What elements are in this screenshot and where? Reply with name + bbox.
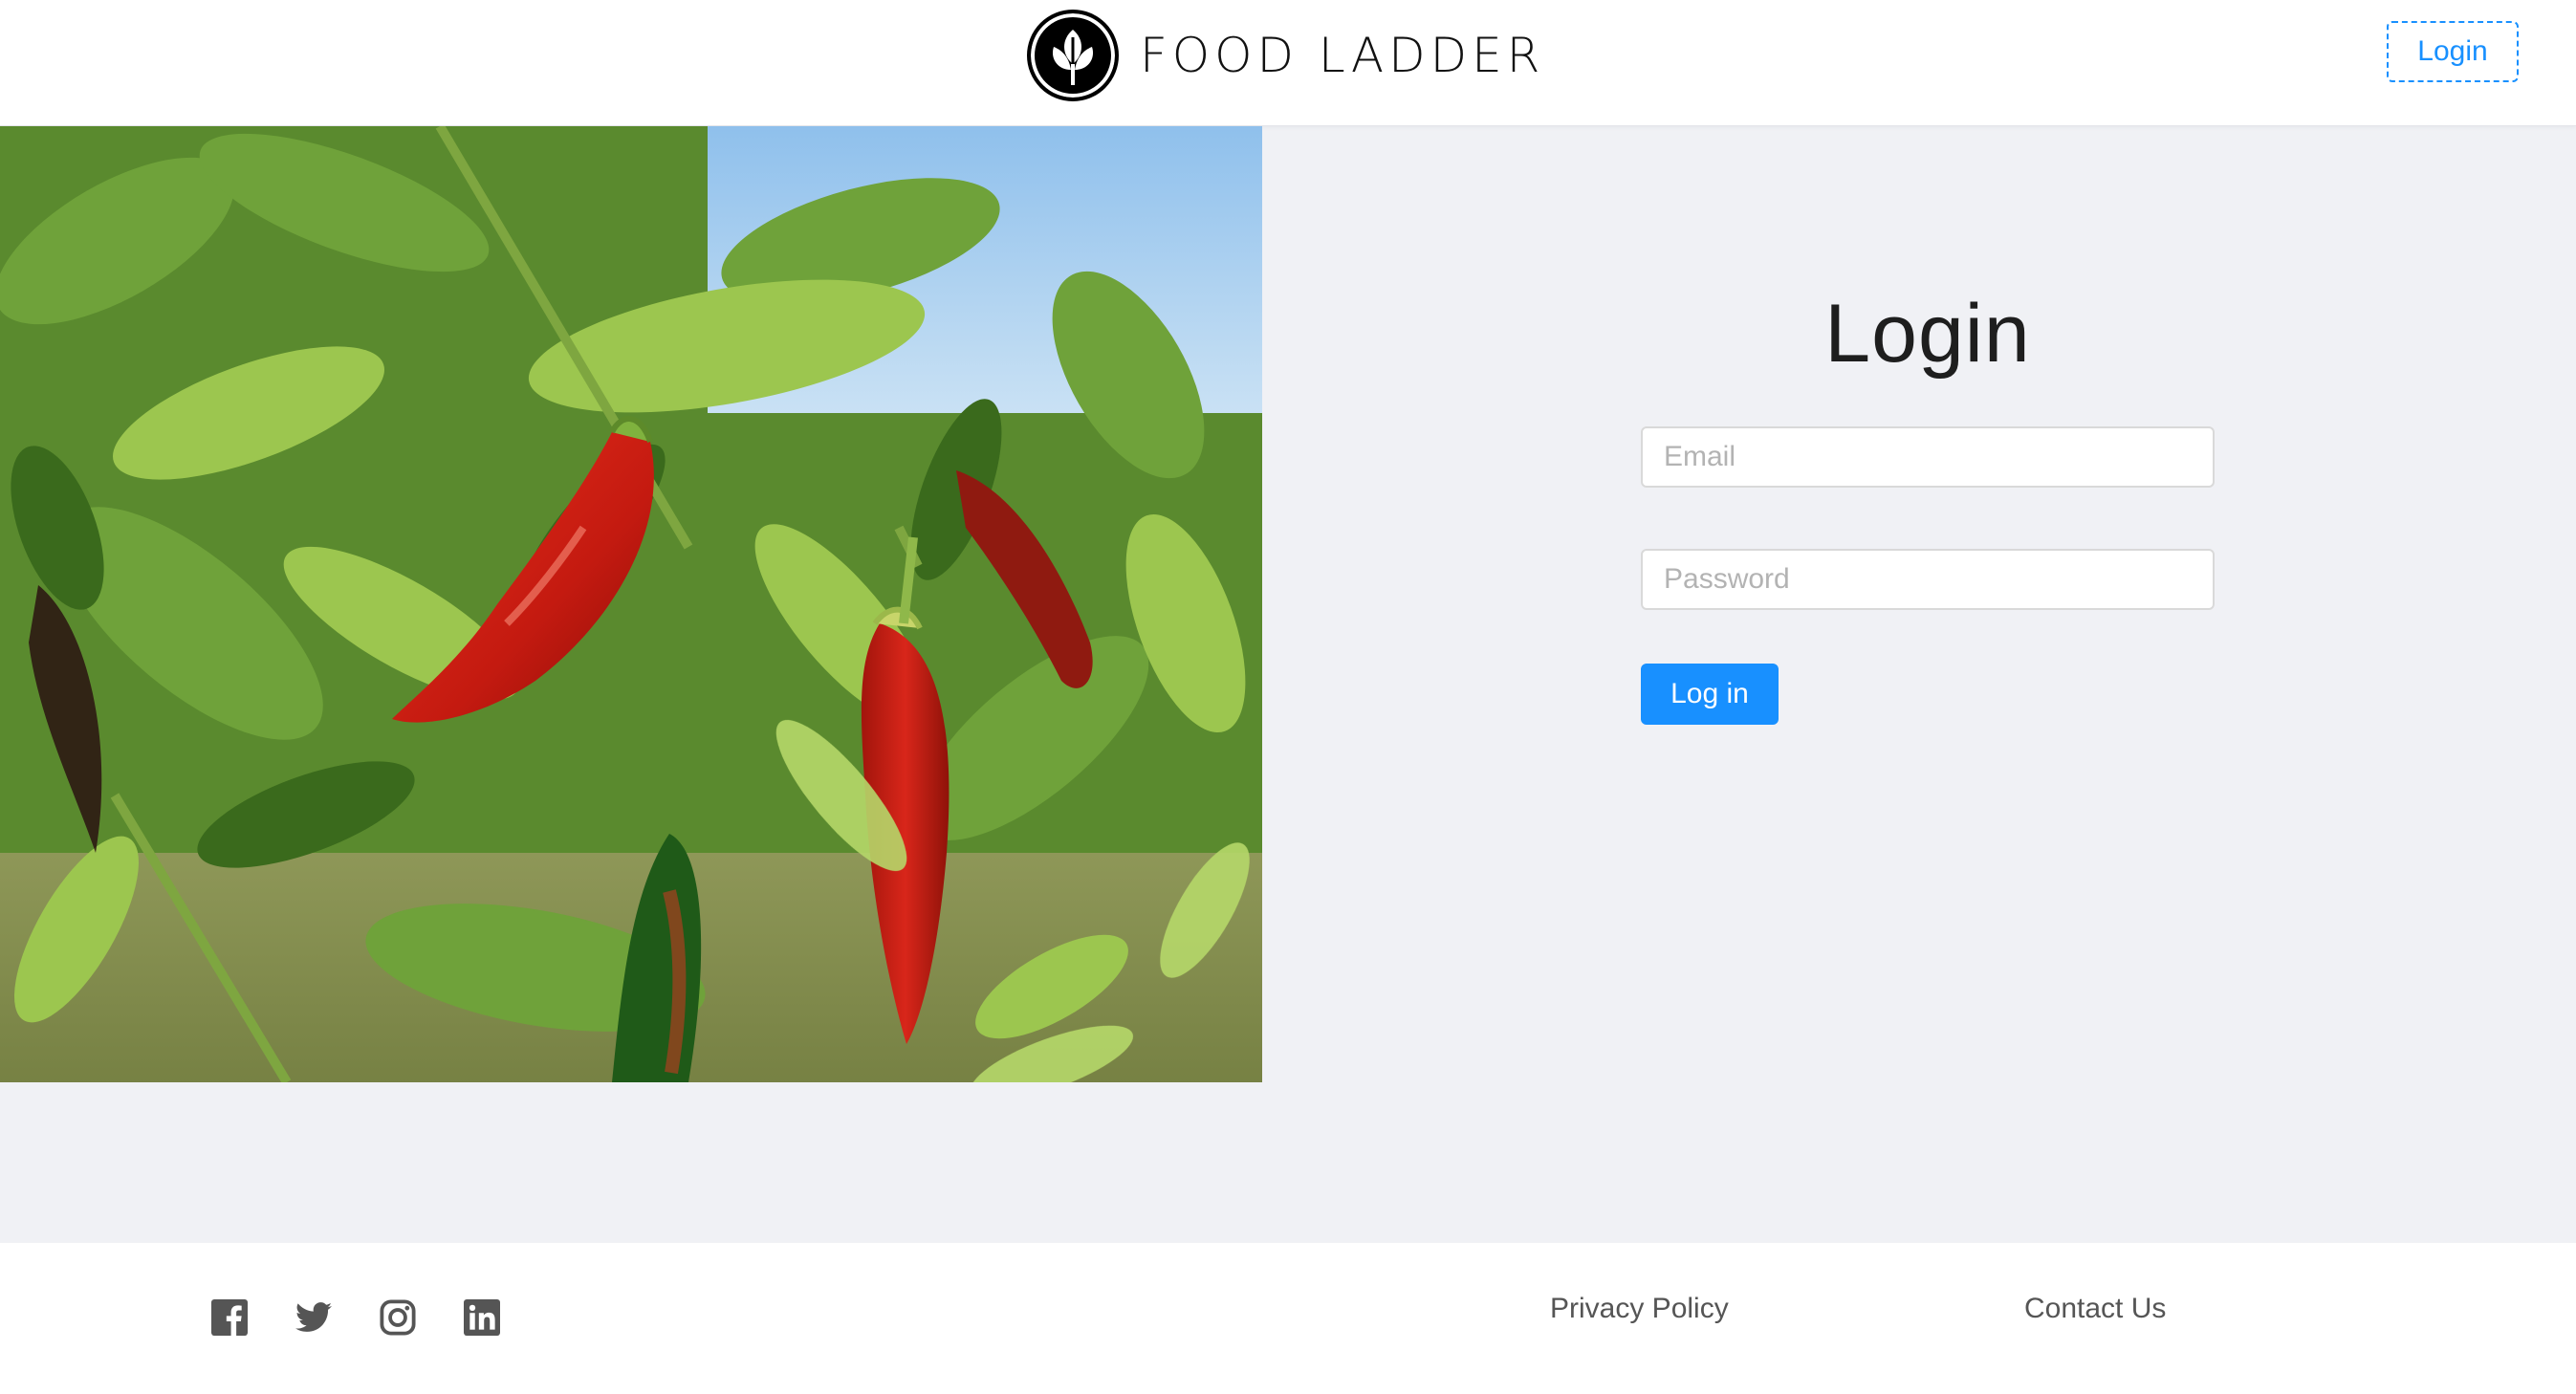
facebook-icon[interactable] xyxy=(210,1298,249,1337)
footer: Privacy Policy Contact Us xyxy=(0,1243,2576,1394)
header-login-button[interactable]: Login xyxy=(2387,21,2519,82)
password-field[interactable] xyxy=(1641,549,2215,610)
top-navbar: FOOD LADDER Login xyxy=(0,0,2576,126)
log-in-button[interactable]: Log in xyxy=(1641,664,1779,725)
brand[interactable]: FOOD LADDER xyxy=(1027,10,1544,101)
privacy-policy-link[interactable]: Privacy Policy xyxy=(1550,1293,1729,1325)
hero-image-chili-peppers xyxy=(0,126,1262,1082)
leaf-logo-icon xyxy=(1027,10,1119,101)
email-field[interactable] xyxy=(1641,426,2215,488)
instagram-icon[interactable] xyxy=(379,1298,417,1337)
linkedin-icon[interactable] xyxy=(463,1298,501,1337)
brand-name: FOOD LADDER xyxy=(1140,28,1545,83)
twitter-icon[interactable] xyxy=(295,1298,333,1337)
login-title: Login xyxy=(1824,288,2031,380)
contact-us-link[interactable]: Contact Us xyxy=(2024,1293,2166,1325)
